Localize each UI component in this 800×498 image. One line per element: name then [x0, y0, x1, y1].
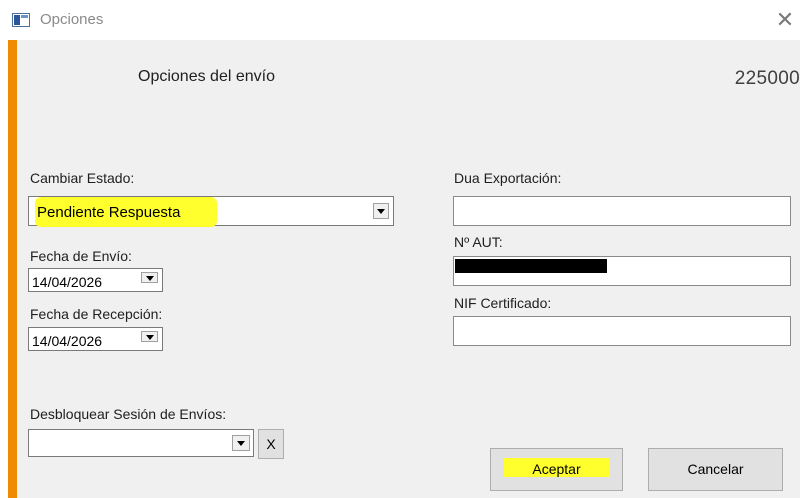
window-title: Opciones — [40, 11, 104, 28]
accept-button[interactable]: Aceptar — [490, 448, 623, 491]
accept-label: Aceptar — [532, 461, 581, 477]
dua-input[interactable] — [453, 196, 791, 226]
fecha-envio-label: Fecha de Envío: — [30, 248, 132, 264]
fecha-recepcion-value: 14/04/2026 — [32, 333, 103, 349]
desbloquear-label: Desbloquear Sesión de Envíos: — [30, 406, 227, 422]
options-window: Opciones ✕ Opciones del envío 225000 Cam… — [0, 0, 800, 498]
chevron-down-icon[interactable] — [141, 272, 158, 283]
clear-session-button[interactable]: X — [258, 429, 284, 459]
fecha-envio-picker[interactable]: 14/04/2026 — [28, 268, 163, 292]
page-title: Opciones del envío — [138, 68, 275, 85]
cancel-label: Cancelar — [687, 461, 744, 477]
title-bar: Opciones ✕ — [0, 0, 800, 40]
accent-stripe — [8, 40, 17, 498]
redacted-value — [455, 259, 607, 273]
close-icon[interactable]: ✕ — [770, 6, 800, 36]
shipment-number: 225000 — [734, 68, 800, 89]
fecha-recepcion-picker[interactable]: 14/04/2026 — [28, 327, 163, 351]
chevron-down-icon[interactable] — [373, 203, 389, 219]
desbloquear-select[interactable] — [28, 429, 254, 457]
cancel-button[interactable]: Cancelar — [648, 448, 783, 491]
nif-input[interactable] — [453, 316, 791, 346]
aut-input[interactable] — [453, 256, 791, 286]
app-icon — [12, 13, 30, 27]
chevron-down-icon[interactable] — [232, 435, 250, 451]
aut-label: Nº AUT: — [454, 234, 503, 250]
nif-label: NIF Certificado: — [454, 295, 552, 311]
chevron-down-icon[interactable] — [141, 331, 158, 342]
estado-label: Cambiar Estado: — [30, 170, 135, 186]
fecha-envio-value: 14/04/2026 — [32, 274, 103, 290]
estado-select[interactable]: Pendiente Respuesta — [28, 196, 394, 227]
dua-label: Dua Exportación: — [454, 170, 562, 186]
estado-value: Pendiente Respuesta — [37, 204, 181, 221]
fecha-recepcion-label: Fecha de Recepción: — [30, 306, 163, 322]
